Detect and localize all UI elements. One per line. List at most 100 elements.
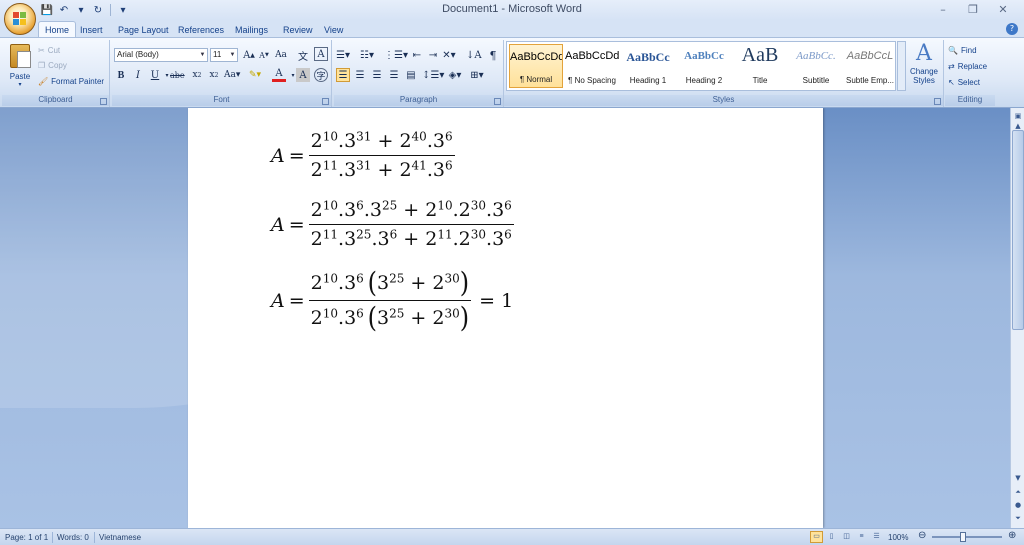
zoom-in-icon[interactable]: ⊕ [1008, 530, 1016, 542]
font-face-combo[interactable]: Arial (Body) ▼ [114, 48, 208, 62]
zoom-level[interactable]: 100% [888, 532, 908, 544]
clipboard-launcher[interactable] [100, 98, 107, 105]
enclose-characters-button[interactable]: 字 [314, 68, 328, 82]
subscript-button[interactable]: x2 [190, 68, 204, 82]
paragraph-launcher[interactable] [494, 98, 501, 105]
math-exponent: 10 [322, 198, 339, 213]
web-layout-icon[interactable]: ◫ [840, 531, 853, 543]
language-indicator[interactable]: Vietnamese [99, 532, 141, 544]
math-term-base: .3 [338, 159, 357, 181]
font-color-button[interactable]: A [272, 68, 286, 82]
office-button[interactable] [4, 3, 36, 35]
next-page-icon[interactable]: ⏷ [1012, 512, 1024, 524]
draft-view-icon[interactable]: ☰ [870, 531, 883, 543]
tab-home[interactable]: Home [38, 21, 77, 38]
tab-review[interactable]: Review [277, 21, 319, 38]
bullets-icon[interactable]: ☰▾ [336, 48, 350, 62]
math-exponent: 11 [322, 158, 339, 173]
tab-view[interactable]: View [318, 21, 349, 38]
clipboard-group-label: Clipboard [2, 95, 109, 106]
zoom-out-icon[interactable]: ⊖ [918, 530, 926, 542]
show-formatting-icon[interactable]: ¶ [486, 48, 500, 62]
print-layout-view-icon[interactable]: ▭ [810, 531, 823, 543]
page-count[interactable]: Page: 1 of 1 [5, 532, 48, 544]
equation-lhs: A [271, 289, 285, 312]
scroll-thumb[interactable] [1012, 130, 1024, 330]
paste-button[interactable]: Paste ▾ [6, 42, 34, 92]
bold-button[interactable]: B [114, 68, 128, 82]
math-exponent: 41 [411, 158, 427, 173]
font-size-value: 11 [213, 50, 222, 59]
close-button[interactable]: ✕ [988, 0, 1018, 18]
shading-icon[interactable]: ◈▾ [448, 68, 462, 82]
vertical-scrollbar[interactable]: ▣ ▲ ▼ ⏶ ● ⏷ [1010, 108, 1024, 528]
clear-formatting-button[interactable]: Aa [274, 48, 288, 62]
align-right-icon[interactable]: ☰ [370, 68, 384, 82]
full-screen-reading-icon[interactable]: ▯ [825, 531, 838, 543]
zoom-slider[interactable] [932, 536, 1002, 538]
tab-mailings[interactable]: Mailings [229, 21, 274, 38]
copy-button[interactable]: ❐ Copy [38, 59, 67, 71]
word-count[interactable]: Words: 0 [57, 532, 89, 544]
grow-font-button[interactable]: A ▲ [242, 48, 256, 62]
chinese-layout-icon[interactable]: ✕▾ [442, 48, 456, 62]
font-launcher[interactable] [322, 98, 329, 105]
minimize-button[interactable]: – [928, 0, 958, 18]
zoom-slider-thumb[interactable] [960, 532, 966, 542]
character-shading-button[interactable]: A [296, 68, 310, 82]
format-painter-button[interactable]: 🖌 Format Painter [38, 75, 104, 87]
highlight-icon[interactable]: ✎▾ [248, 68, 262, 82]
shrink-font-button[interactable]: A ▼ [257, 48, 271, 62]
left-paren: ( [367, 266, 377, 300]
strikethrough-button[interactable]: abe [170, 68, 185, 82]
equation-lhs: A [271, 213, 285, 236]
replace-button[interactable]: ⇄ Replace [948, 60, 987, 72]
denominator: 211.331 + 241.36 [309, 156, 455, 181]
italic-button[interactable]: I [131, 68, 145, 82]
numbering-icon[interactable]: ☷▾ [360, 48, 374, 62]
clipboard-icon [10, 44, 31, 68]
previous-page-icon[interactable]: ⏶ [1012, 486, 1024, 498]
math-term-base: .3 [363, 199, 382, 221]
styles-launcher[interactable] [934, 98, 941, 105]
math-term-base: + 2 [404, 272, 445, 294]
align-center-icon[interactable]: ☰ [353, 68, 367, 82]
equation-row[interactable]: A = 210.331 + 240.36 211.331 + 241.36 [271, 130, 463, 181]
superscript-button[interactable]: x2 [207, 68, 221, 82]
math-term-base: + 2 [371, 159, 412, 181]
distributed-icon[interactable]: ▤ [404, 68, 418, 82]
equation-row[interactable]: A = 210.36.325 + 210.230.36 211.325.36 + 21… [271, 199, 522, 250]
editing-group-label: Editing [945, 95, 995, 106]
sort-icon[interactable]: ↓A [466, 48, 482, 62]
math-term-base: 2 [310, 228, 323, 250]
decrease-indent-icon[interactable]: ⇤ [410, 48, 424, 62]
select-button[interactable]: ↖ Select [948, 76, 980, 88]
cut-button[interactable]: ✂ Cut [38, 44, 60, 56]
equation-row[interactable]: A = 210.36 (325 + 230) 210.36 (325 + 230) = … [271, 266, 513, 334]
equals-sign: = [288, 289, 305, 312]
character-border-button[interactable]: A [314, 47, 328, 61]
math-term-base: .3 [338, 272, 357, 294]
scroll-down-icon[interactable]: ▼ [1012, 472, 1024, 484]
increase-indent-icon[interactable]: ⇥ [426, 48, 440, 62]
outline-view-icon[interactable]: ≡ [855, 531, 868, 543]
paste-dropdown-icon: ▾ [18, 81, 22, 88]
borders-icon[interactable]: ⊞▾ [470, 68, 484, 82]
tab-page-layout[interactable]: Page Layout [112, 21, 175, 38]
multilevel-list-icon[interactable]: ⋮☰▾ [384, 48, 408, 62]
align-left-icon[interactable]: ☰ [336, 68, 350, 82]
line-spacing-icon[interactable]: ↕☰▾ [422, 68, 444, 82]
tab-references[interactable]: References [172, 21, 230, 38]
document-page[interactable]: A = 210.331 + 240.36 211.331 + 241.36 A = 210.… [188, 108, 823, 528]
change-case-button[interactable]: Aa▾ [224, 68, 240, 82]
math-exponent: 6 [504, 198, 512, 213]
select-browse-object-icon[interactable]: ● [1012, 499, 1024, 511]
justify-icon[interactable]: ☰ [387, 68, 401, 82]
font-size-combo[interactable]: 11 ▼ [210, 48, 238, 62]
help-icon[interactable]: ? [1006, 23, 1018, 35]
restore-button[interactable]: ❐ [958, 0, 988, 18]
font-group-label: Font [112, 95, 331, 106]
find-button[interactable]: 🔍 Find [948, 44, 977, 56]
tab-insert[interactable]: Insert [74, 21, 109, 38]
phonetic-guide-button[interactable]: 文 [296, 48, 310, 63]
